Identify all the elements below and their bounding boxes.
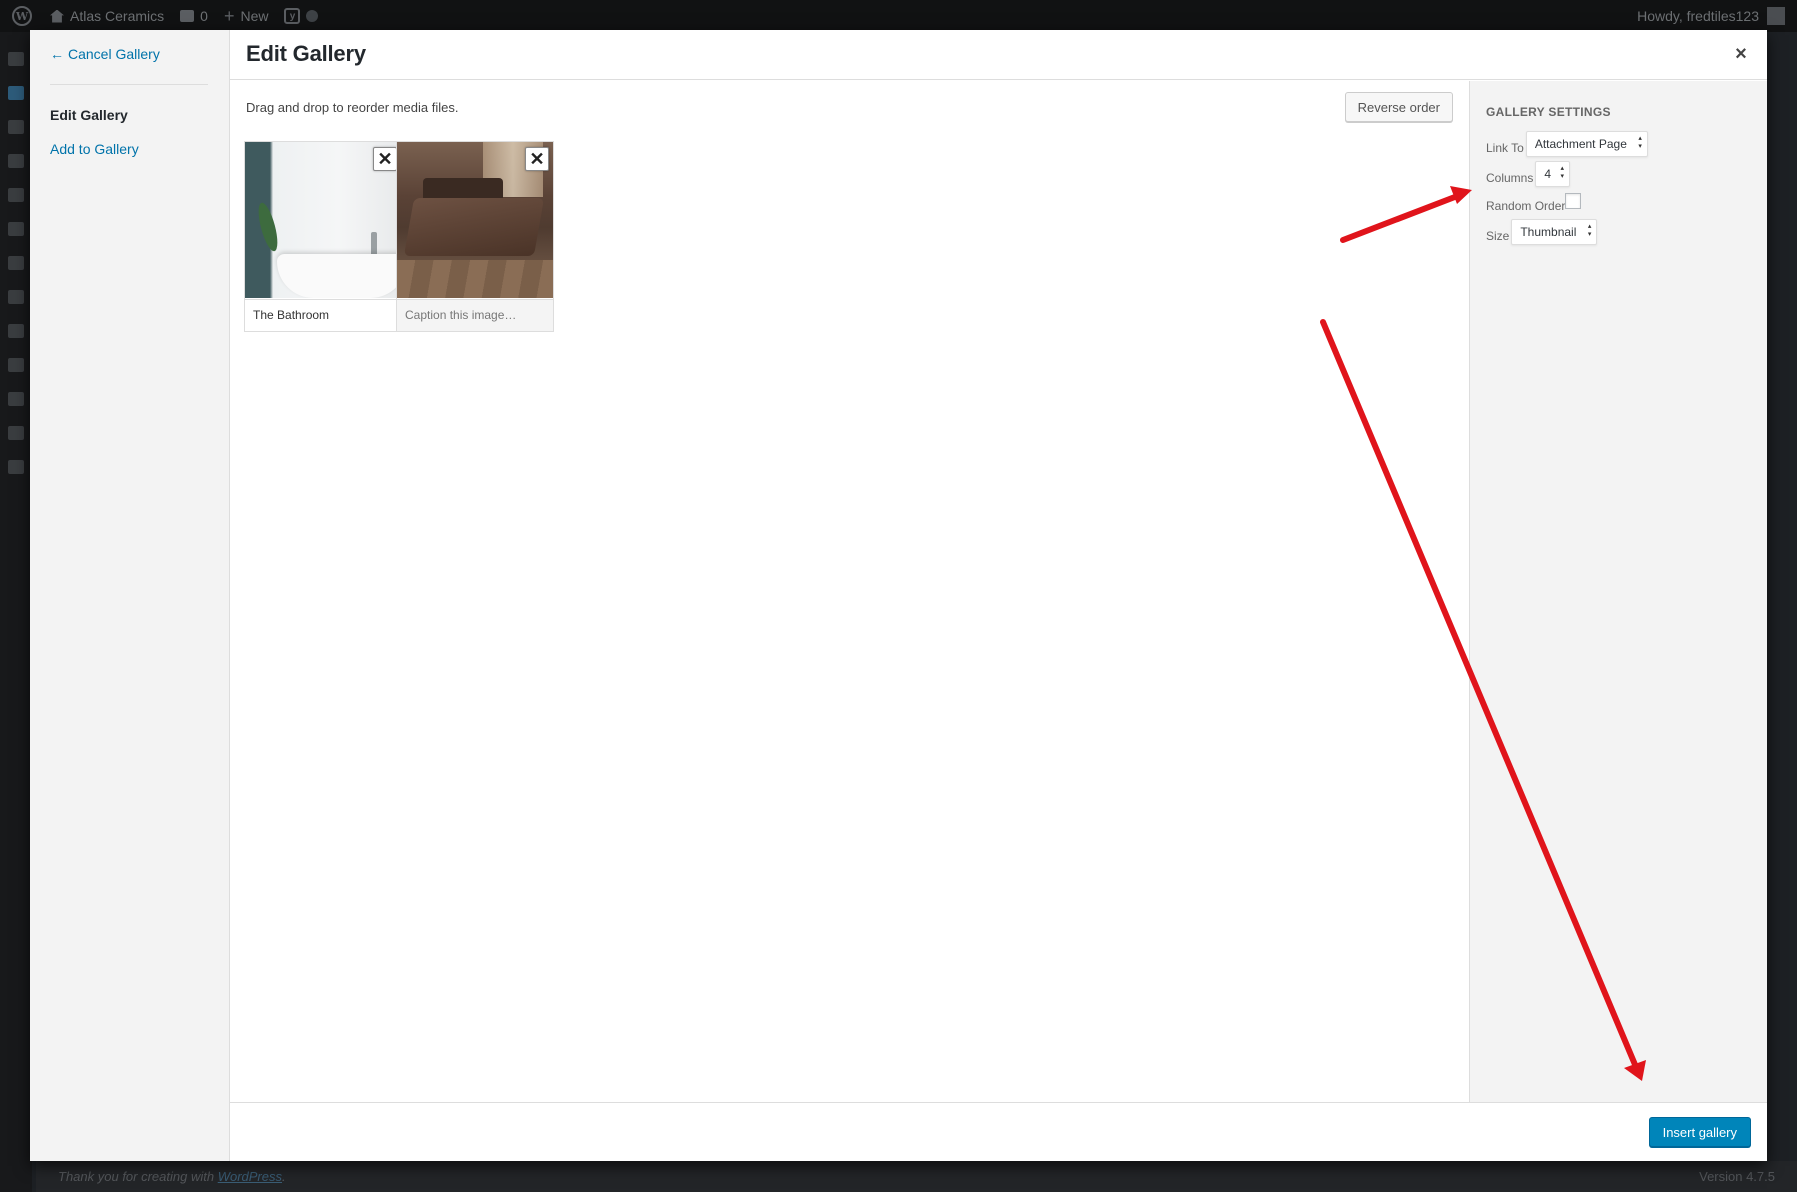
insert-gallery-button[interactable]: Insert gallery xyxy=(1648,1117,1751,1147)
admin-footer: Thank you for creating with WordPress. V… xyxy=(36,1161,1797,1192)
menu-separator xyxy=(50,84,208,85)
media-modal: ← Cancel Gallery Edit Gallery Add to Gal… xyxy=(30,30,1767,1161)
users-icon[interactable] xyxy=(8,358,24,372)
size-label: Size xyxy=(1486,229,1510,243)
account-greeting: Howdy, fredtiles123 xyxy=(1637,8,1759,24)
gallery-attachment[interactable]: ✕ The Bathroom xyxy=(244,141,402,332)
cancel-gallery-link[interactable]: ← Cancel Gallery xyxy=(50,46,160,62)
link-to-setting: Link To Attachment Page xyxy=(1486,131,1648,157)
site-name: Atlas Ceramics xyxy=(70,8,165,24)
plus-icon: + xyxy=(223,6,235,26)
size-select[interactable]: Thumbnail xyxy=(1511,219,1598,245)
arrow-left-icon: ← xyxy=(50,46,64,62)
media-icon[interactable] xyxy=(8,120,24,134)
reverse-order-button[interactable]: Reverse order xyxy=(1344,92,1453,122)
media-frame-menu: ← Cancel Gallery Edit Gallery Add to Gal… xyxy=(30,30,230,1161)
link-to-label: Link To xyxy=(1486,141,1524,155)
footer-thanks: Thank you for creating with WordPress. xyxy=(58,1169,286,1184)
close-modal-button[interactable]: × xyxy=(1731,44,1751,64)
my-account-menu[interactable]: Howdy, fredtiles123 xyxy=(1637,0,1785,32)
bathtub-shape xyxy=(277,254,401,298)
admin-side-menu xyxy=(0,32,32,1192)
footer-version: Version 4.7.5 xyxy=(1699,1169,1775,1184)
pages-icon[interactable] xyxy=(8,256,24,270)
bed-shape xyxy=(403,198,545,256)
seo-status-dot-icon xyxy=(306,10,319,22)
plant-shape xyxy=(254,201,282,253)
random-order-label: Random Order xyxy=(1486,199,1566,213)
cancel-gallery-label: Cancel Gallery xyxy=(68,46,160,62)
gallery-attachment[interactable]: ✕ Caption this image… xyxy=(396,141,554,332)
home-icon xyxy=(50,9,64,23)
seo-menu[interactable]: y xyxy=(284,8,319,24)
site-name-menu[interactable]: Atlas Ceramics xyxy=(50,8,164,24)
gallery-settings-heading: Gallery Settings xyxy=(1486,105,1611,119)
dashboard-icon[interactable] xyxy=(8,52,24,66)
wordpress-link[interactable]: WordPress xyxy=(218,1169,282,1184)
mail-icon[interactable] xyxy=(8,324,24,338)
pin-icon-3[interactable] xyxy=(8,290,24,304)
yoast-seo-icon: y xyxy=(284,8,301,24)
comments-menu[interactable]: 0 xyxy=(180,8,208,24)
menu-item-add-to-gallery[interactable]: Add to Gallery xyxy=(50,141,139,157)
pin-icon[interactable] xyxy=(8,188,24,202)
comments-count: 0 xyxy=(200,8,208,24)
avatar xyxy=(1767,7,1785,25)
new-content-menu[interactable]: + New xyxy=(224,7,269,25)
size-setting: Size Thumbnail xyxy=(1486,219,1598,245)
tools-icon[interactable] xyxy=(8,392,24,406)
new-label: New xyxy=(240,8,269,24)
admin-bar: W Atlas Ceramics 0 + New y Howdy, fredti… xyxy=(0,0,1797,32)
seo-icon[interactable] xyxy=(8,460,24,474)
caption-input[interactable]: Caption this image… xyxy=(397,299,553,331)
gallery-content: Drag and drop to reorder media files. Re… xyxy=(230,81,1469,1102)
pin-icon-2[interactable] xyxy=(8,222,24,236)
random-order-setting: Random Order xyxy=(1486,193,1582,215)
media-frame-title: Edit Gallery xyxy=(230,30,1767,80)
wp-logo-menu[interactable]: W xyxy=(12,6,32,26)
caption-input[interactable]: The Bathroom xyxy=(245,299,401,331)
gallery-settings-sidebar: Gallery Settings Link To Attachment Page… xyxy=(1469,81,1767,1102)
settings-icon[interactable] xyxy=(8,426,24,440)
wood-floor-shape xyxy=(397,260,553,298)
random-order-checkbox[interactable] xyxy=(1565,193,1582,209)
link-to-select[interactable]: Attachment Page xyxy=(1525,131,1648,157)
remove-attachment-button[interactable]: ✕ xyxy=(525,147,549,171)
remove-attachment-button[interactable]: ✕ xyxy=(373,147,397,171)
reorder-instructions: Drag and drop to reorder media files. xyxy=(246,100,459,115)
columns-label: Columns xyxy=(1486,171,1534,185)
menu-item-edit-gallery[interactable]: Edit Gallery xyxy=(50,107,128,123)
comments-menu-icon[interactable] xyxy=(8,154,24,168)
comment-icon xyxy=(180,10,195,22)
posts-icon[interactable] xyxy=(8,86,24,100)
page-title: Edit Gallery xyxy=(246,41,366,66)
wordpress-logo-icon: W xyxy=(12,6,32,26)
columns-setting: Columns 4 xyxy=(1486,161,1571,187)
columns-select[interactable]: 4 xyxy=(1535,161,1571,187)
media-toolbar: Insert gallery xyxy=(230,1102,1767,1161)
